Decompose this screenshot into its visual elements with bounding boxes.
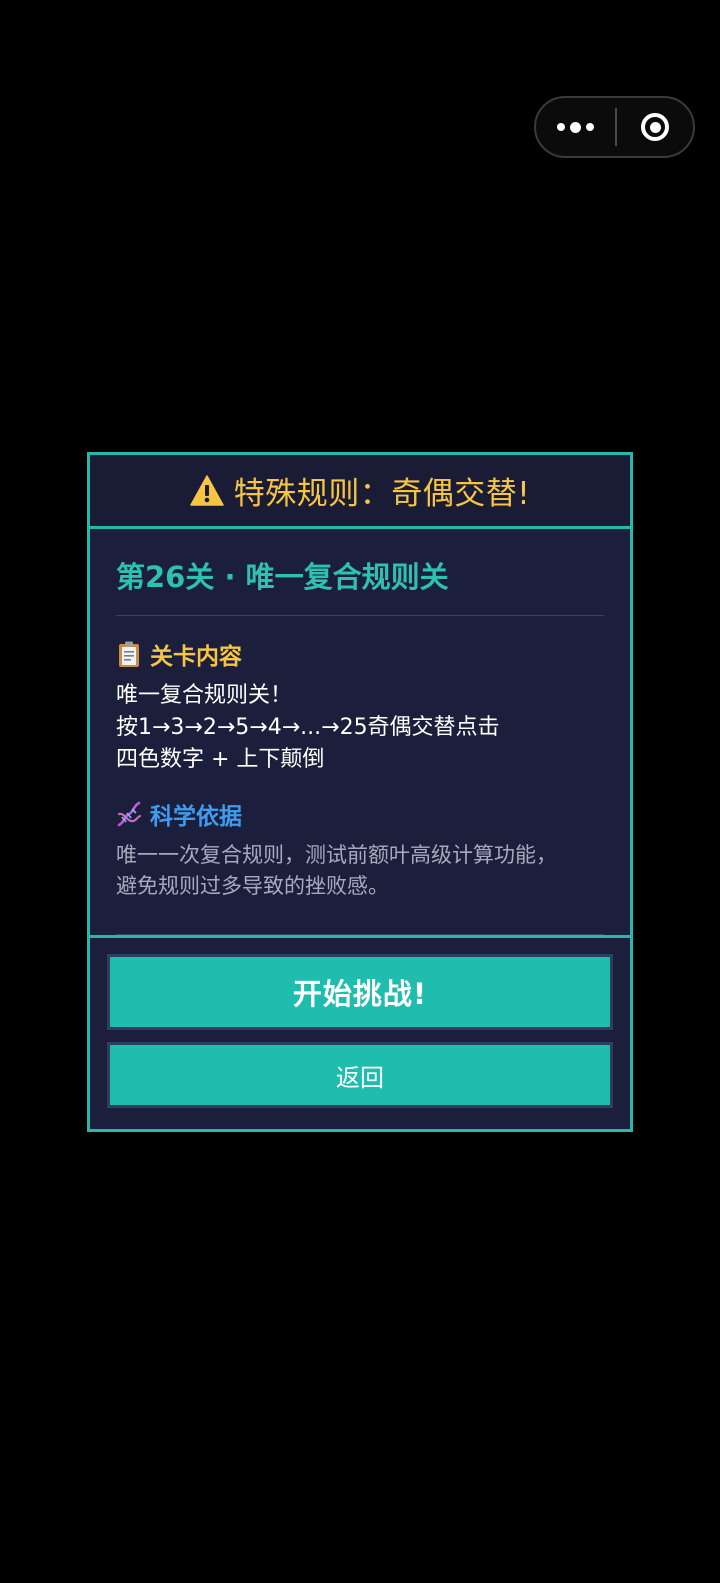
start-challenge-button[interactable]: 开始挑战! <box>107 954 613 1030</box>
science-section-header: 科学依据 <box>116 798 604 830</box>
content-line: 四色数字 + 上下颠倒 <box>116 747 325 772</box>
content-section-header: 关卡内容 <box>116 638 604 670</box>
content-section-title: 关卡内容 <box>150 644 242 670</box>
divider <box>116 615 604 616</box>
level-rule-modal: 特殊规则：奇偶交替! 第26关 · 唯一复合规则关 关卡内容 唯一复合规则关！ … <box>87 452 633 1132</box>
mini-program-capsule <box>534 96 695 158</box>
modal-footer: 开始挑战! 返回 <box>90 935 630 1132</box>
content-line: 唯一复合规则关！ <box>116 683 293 708</box>
dna-icon <box>117 801 142 827</box>
level-title: 第26关 · 唯一复合规则关 <box>116 560 449 594</box>
content-line: 按1→3→2→5→4→...→25奇偶交替点击 <box>116 715 500 740</box>
science-line: 避免规则过多导致的挫败感。 <box>116 874 389 898</box>
back-button[interactable]: 返回 <box>107 1042 613 1108</box>
modal-body: 第26关 · 唯一复合规则关 关卡内容 唯一复合规则关！ 按1→3→2→5→4→… <box>90 529 630 935</box>
science-section-title: 科学依据 <box>150 804 242 830</box>
scroll-divider <box>116 934 604 935</box>
target-circle-icon <box>641 113 669 141</box>
modal-header: 特殊规则：奇偶交替! <box>90 455 630 529</box>
warning-triangle-icon <box>190 474 224 506</box>
more-button[interactable] <box>536 98 615 156</box>
close-button[interactable] <box>617 98 693 156</box>
science-text: 唯一一次复合规则，测试前额叶高级计算功能， 避免规则过多导致的挫败感。 <box>116 840 604 902</box>
more-dots-icon <box>557 123 565 131</box>
clipboard-icon <box>119 641 139 667</box>
modal-title: 特殊规则：奇偶交替! <box>233 476 531 512</box>
content-text: 唯一复合规则关！ 按1→3→2→5→4→...→25奇偶交替点击 四色数字 + … <box>116 680 604 776</box>
science-line: 唯一一次复合规则，测试前额叶高级计算功能， <box>116 843 557 867</box>
